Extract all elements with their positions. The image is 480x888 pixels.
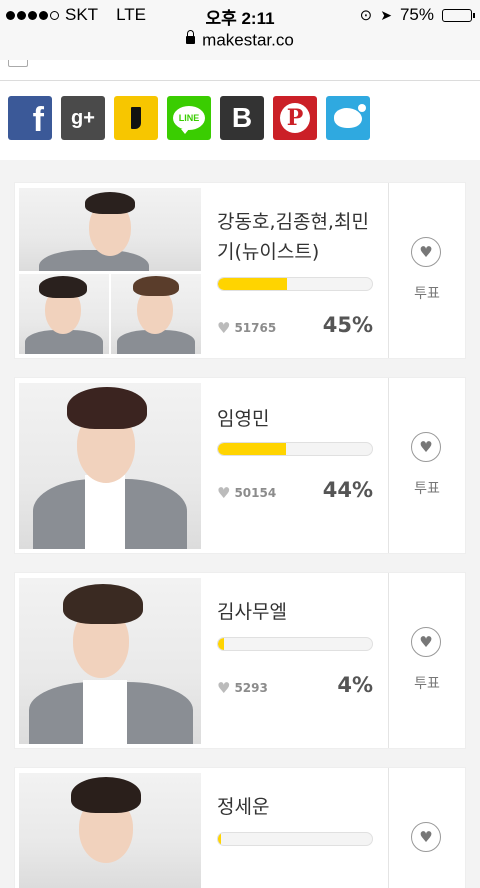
vote-button-label[interactable]: 투표	[389, 283, 465, 303]
candidate-photo	[111, 274, 201, 354]
pinterest-share-button[interactable]: P	[273, 96, 317, 140]
google-plus-share-button[interactable]: g+	[61, 96, 105, 140]
candidate-photo	[19, 274, 109, 354]
share-buttons: f g+ LINE B P	[8, 96, 370, 140]
vote-progress-bar	[217, 442, 373, 456]
vote-progress-fill	[218, 638, 225, 650]
vote-heart-button[interactable]: ♥	[411, 627, 441, 657]
vote-count-value: 5293	[234, 681, 268, 695]
url-text: makestar.co	[202, 30, 294, 50]
google-plus-icon: g+	[71, 106, 95, 129]
vote-count: ♥ 50154	[217, 484, 276, 502]
candidate-photo	[19, 773, 201, 888]
candidate-card: 김사무엘 ♥ 5293 4% ♥ 투표	[15, 573, 465, 748]
vote-percent: 45%	[322, 313, 373, 337]
divider	[0, 80, 480, 81]
vote-progress-fill	[218, 278, 288, 290]
lock-icon	[186, 29, 196, 44]
candidate-photo	[19, 578, 201, 744]
candidate-card: 정세운 ♥	[15, 768, 465, 888]
share-section: f g+ LINE B P	[0, 60, 480, 160]
status-right: ⊙ ➤ 75%	[359, 5, 475, 25]
vote-progress-fill	[218, 443, 286, 455]
battery-percent: 75%	[399, 5, 434, 24]
facebook-icon: f	[32, 101, 44, 139]
vote-button-label[interactable]: 투표	[389, 478, 465, 498]
candidate-name: 김사무엘	[217, 601, 287, 623]
vote-button-label[interactable]: 투표	[389, 673, 465, 693]
orientation-lock-icon: ⊙	[359, 7, 373, 24]
vote-count-value: 50154	[234, 486, 277, 500]
vote-progress-bar	[217, 637, 373, 651]
vote-heart-button[interactable]: ♥	[411, 237, 441, 267]
band-icon: B	[231, 102, 253, 133]
kakaostory-icon	[131, 107, 141, 129]
candidate-name: 정세운	[217, 796, 270, 818]
twitter-share-button[interactable]	[326, 96, 370, 140]
url-bar[interactable]: makestar.co	[0, 29, 480, 60]
vote-percent: 4%	[337, 673, 373, 697]
vote-column: ♥ 투표	[388, 378, 465, 553]
vote-progress-bar	[217, 277, 373, 291]
vote-progress-bar	[217, 832, 373, 846]
vote-progress-fill	[218, 833, 222, 845]
pinterest-icon: P	[280, 103, 310, 133]
heart-icon: ♥	[217, 319, 231, 337]
vote-percent: 44%	[322, 478, 373, 502]
vote-column: ♥ 투표	[388, 183, 465, 358]
band-share-button[interactable]: B	[220, 96, 264, 140]
facebook-share-button[interactable]: f	[8, 96, 52, 140]
line-icon: LINE	[173, 106, 205, 134]
candidate-card: 임영민 ♥ 50154 44% ♥ 투표	[15, 378, 465, 553]
vote-heart-button[interactable]: ♥	[411, 432, 441, 462]
line-share-button[interactable]: LINE	[167, 96, 211, 140]
vote-column: ♥ 투표	[388, 573, 465, 748]
twitter-bird-icon	[334, 104, 366, 128]
location-arrow-icon: ➤	[380, 6, 392, 23]
vote-count: ♥ 5293	[217, 679, 268, 697]
vote-count: ♥ 51765	[217, 319, 276, 337]
status-bar: SKT LTE 오후 2:11 ⊙ ➤ 75%	[0, 0, 480, 30]
vote-heart-button[interactable]: ♥	[411, 822, 441, 852]
heart-icon: ♥	[217, 484, 231, 502]
candidate-photo	[19, 188, 201, 271]
candidate-name: 강동호,김종현,최민기(뉴이스트)	[217, 211, 369, 263]
candidate-name: 임영민	[217, 408, 270, 430]
battery-icon	[442, 8, 475, 22]
candidate-card: 강동호,김종현,최민기(뉴이스트) ♥ 51765 45% ♥ 투표	[15, 183, 465, 358]
vote-count-value: 51765	[234, 321, 277, 335]
candidate-photo	[19, 383, 201, 549]
vote-column: ♥	[388, 768, 465, 888]
heart-icon: ♥	[217, 679, 231, 697]
edit-icon	[8, 60, 28, 67]
kakaostory-share-button[interactable]	[114, 96, 158, 140]
